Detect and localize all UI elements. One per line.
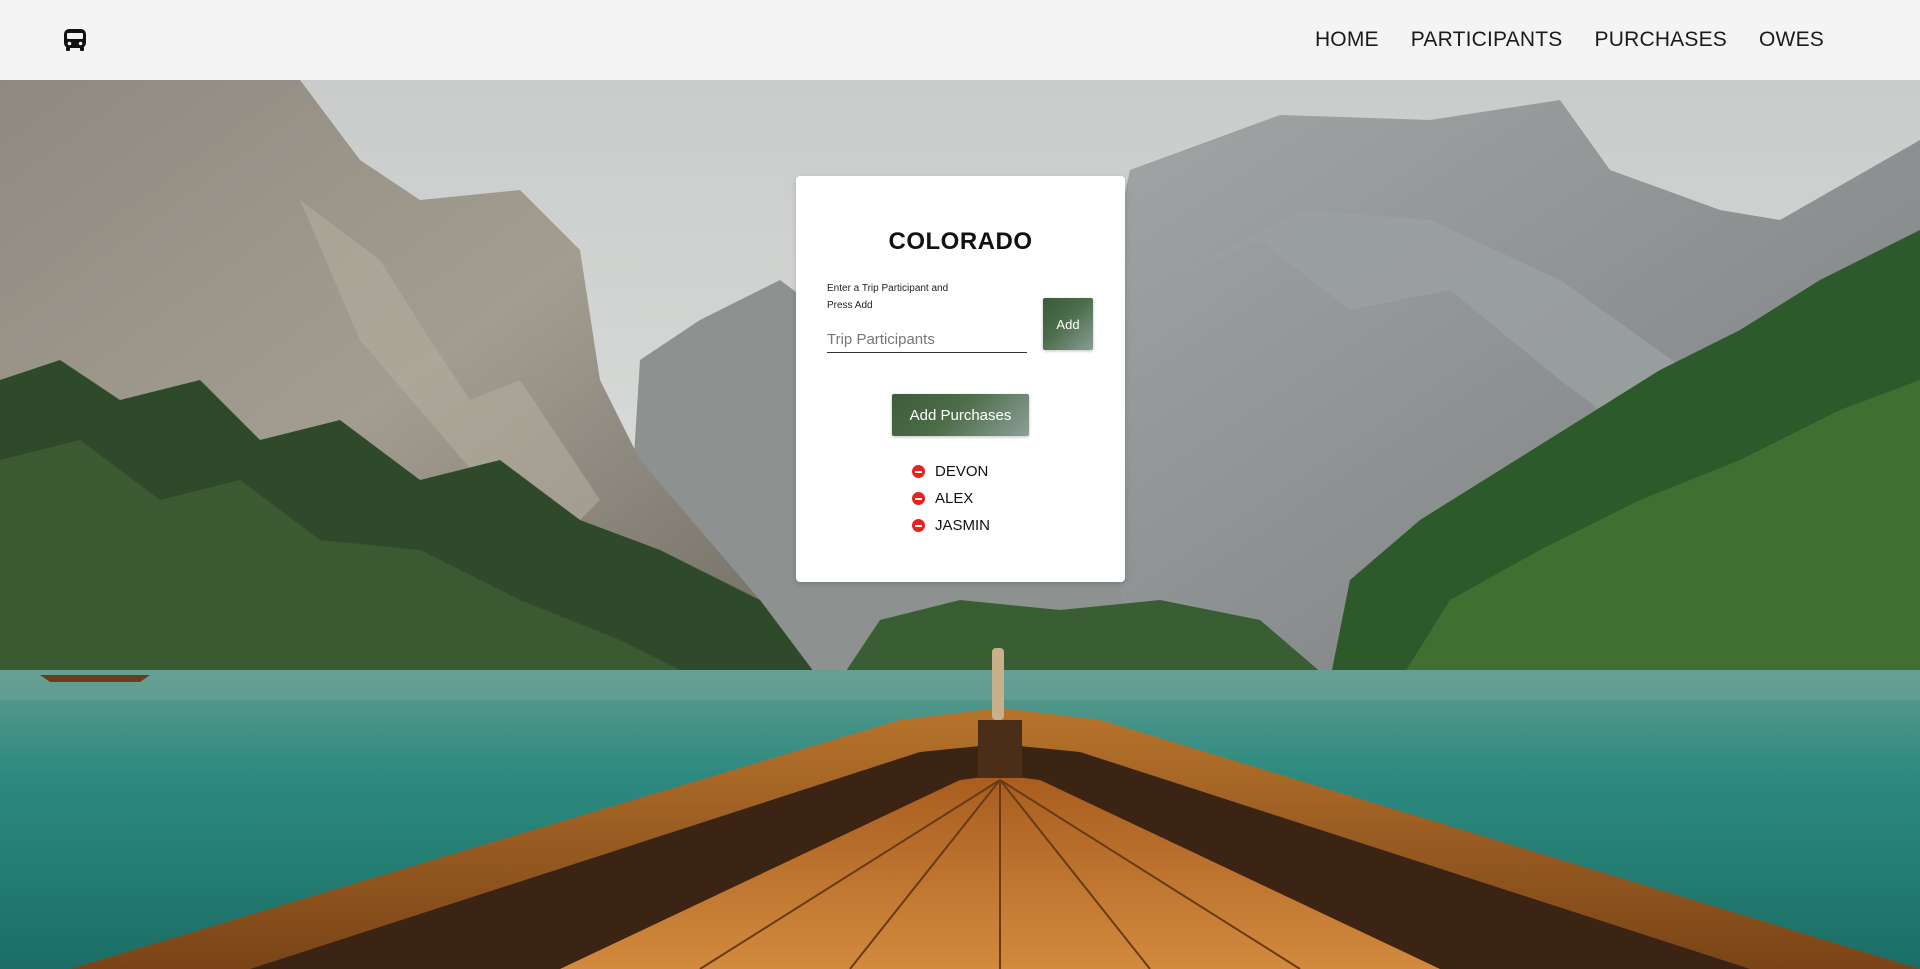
add-purchases-button[interactable]: Add Purchases xyxy=(892,394,1029,436)
participant-helper-text: Enter a Trip Participant and Press Add xyxy=(827,283,949,311)
trip-participants-input[interactable] xyxy=(827,326,1027,353)
minus-circle-icon[interactable] xyxy=(912,492,925,505)
bus-icon[interactable] xyxy=(62,27,88,53)
trip-card: COLORADO Enter a Trip Participant and Pr… xyxy=(796,176,1125,582)
list-item: DEVON xyxy=(912,458,990,485)
trip-title: COLORADO xyxy=(888,228,1033,255)
minus-circle-icon[interactable] xyxy=(912,519,925,532)
nav-link-participants[interactable]: PARTICIPANTS xyxy=(1411,28,1563,52)
list-item: JASMIN xyxy=(912,512,990,539)
participant-name: ALEX xyxy=(935,490,974,507)
nav-link-home[interactable]: HOME xyxy=(1315,28,1379,52)
nav-links: HOME PARTICIPANTS PURCHASES OWES xyxy=(1315,0,1824,80)
participant-name: JASMIN xyxy=(935,517,991,534)
participants-list: DEVON ALEX JASMIN xyxy=(912,458,990,539)
list-item: ALEX xyxy=(912,485,990,512)
add-participant-button[interactable]: Add xyxy=(1043,298,1093,350)
nav-link-owes[interactable]: OWES xyxy=(1759,28,1824,52)
top-navbar: HOME PARTICIPANTS PURCHASES OWES xyxy=(0,0,1920,80)
nav-link-purchases[interactable]: PURCHASES xyxy=(1595,28,1728,52)
participant-name: DEVON xyxy=(935,463,989,480)
minus-circle-icon[interactable] xyxy=(912,465,925,478)
